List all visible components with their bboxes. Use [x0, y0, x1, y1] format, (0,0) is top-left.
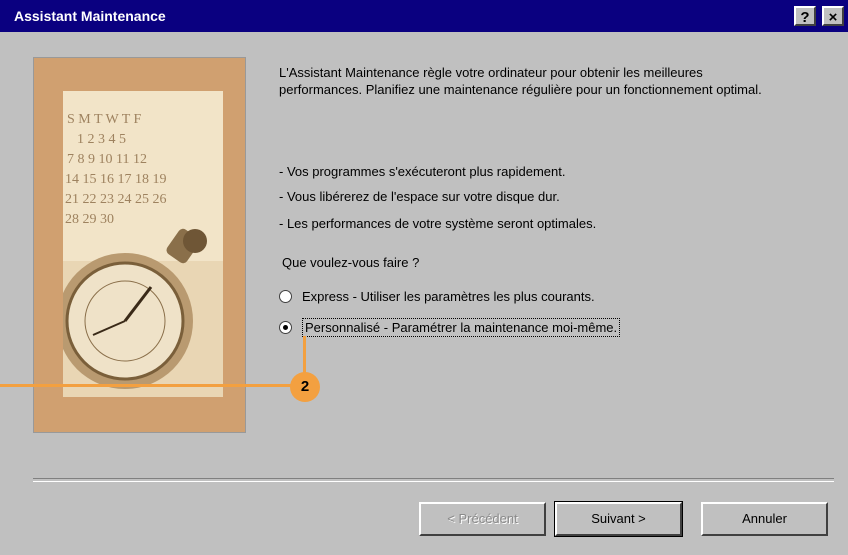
- calendar-row: 21 22 23 24 25 26: [65, 192, 167, 207]
- calendar-stopwatch-image: S M T W T F 1 2 3 4 5 7 8 9 10 11 12 14 …: [63, 91, 223, 397]
- benefit-item: - Vos programmes s'exécuteront plus rapi…: [279, 164, 566, 179]
- express-option[interactable]: Express - Utiliser les paramètres les pl…: [279, 289, 595, 304]
- custom-label[interactable]: Personnalisé - Paramétrer la maintenance…: [302, 318, 621, 337]
- calendar-row: S M T W T F: [67, 112, 142, 127]
- button-separator: [33, 478, 834, 482]
- next-button[interactable]: Suivant >: [554, 501, 683, 537]
- callout-line: [0, 384, 300, 387]
- previous-button[interactable]: < Précédent: [419, 502, 546, 536]
- express-label[interactable]: Express - Utiliser les paramètres les pl…: [302, 289, 595, 304]
- maintenance-illustration: S M T W T F 1 2 3 4 5 7 8 9 10 11 12 14 …: [33, 57, 246, 433]
- title-bar: Assistant Maintenance ? ×: [0, 0, 848, 32]
- help-button[interactable]: ?: [794, 6, 816, 26]
- calendar-row: 28 29 30: [65, 212, 114, 227]
- benefit-item: - Vous libérerez de l'espace sur votre d…: [279, 189, 560, 204]
- callout-number-badge: 2: [290, 372, 320, 402]
- benefit-item: - Les performances de votre système sero…: [279, 216, 597, 231]
- question-label: Que voulez-vous faire ?: [282, 255, 420, 270]
- close-button[interactable]: ×: [822, 6, 844, 26]
- custom-radio[interactable]: [279, 321, 292, 334]
- cancel-button[interactable]: Annuler: [701, 502, 828, 536]
- calendar-row: 7 8 9 10 11 12: [67, 152, 147, 167]
- intro-text: L'Assistant Maintenance règle votre ordi…: [279, 65, 762, 97]
- calendar-row: 1 2 3 4 5: [77, 132, 126, 147]
- window-title: Assistant Maintenance: [14, 8, 166, 24]
- calendar-row: 14 15 16 17 18 19: [65, 172, 167, 187]
- express-radio[interactable]: [279, 290, 292, 303]
- custom-option[interactable]: Personnalisé - Paramétrer la maintenance…: [279, 318, 621, 337]
